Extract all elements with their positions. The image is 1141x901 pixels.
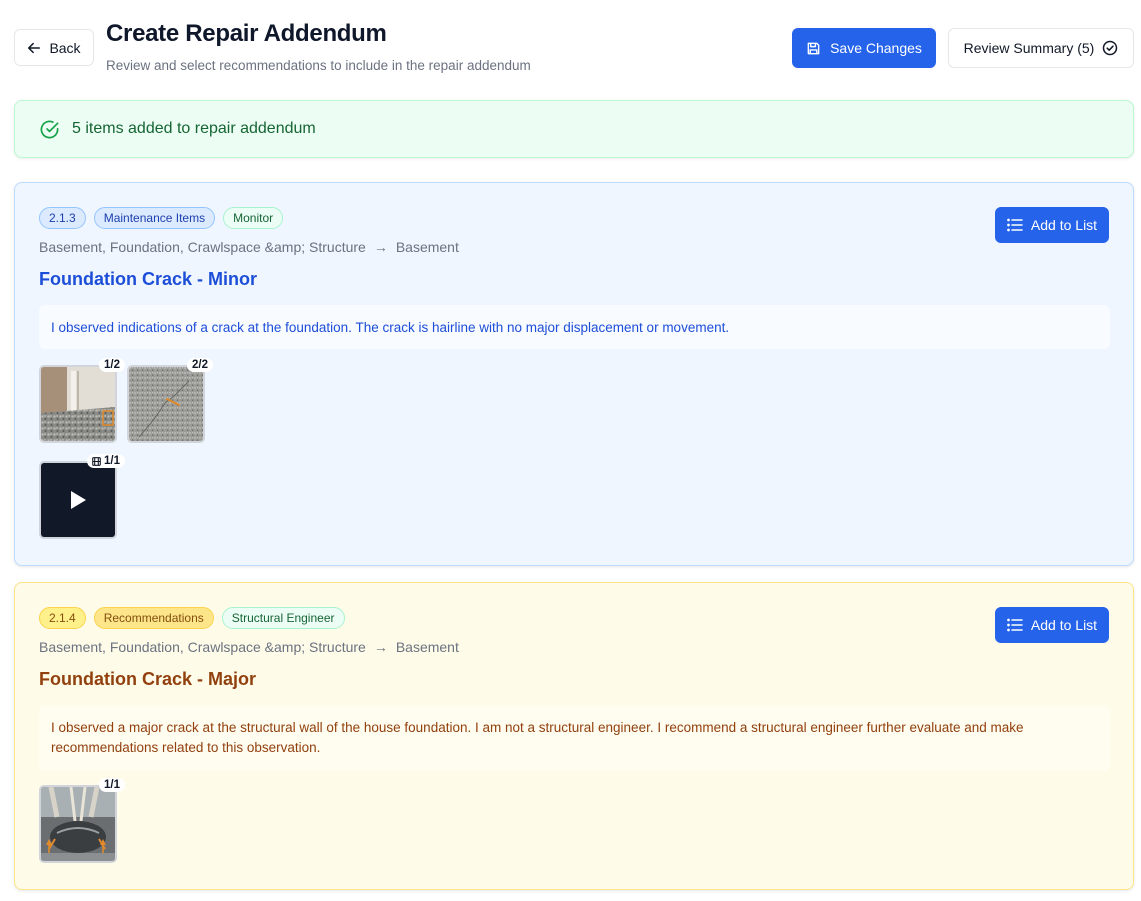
- video-counter: 1/1: [87, 454, 125, 468]
- video-counter-text: 1/1: [104, 455, 120, 467]
- page-subtitle: Review and select recommendations to inc…: [106, 58, 531, 73]
- back-button[interactable]: Back: [14, 29, 94, 66]
- item-description: I observed a major crack at the structur…: [39, 705, 1110, 771]
- photo-counter: 2/2: [187, 358, 213, 372]
- banner-text: 5 items added to repair addendum: [72, 120, 316, 137]
- save-changes-button[interactable]: Save Changes: [792, 28, 936, 68]
- page-title: Create Repair Addendum: [106, 20, 387, 47]
- list-icon: [1007, 218, 1023, 232]
- section-name: Basement, Foundation, Crawlspace &amp; S…: [39, 639, 366, 655]
- list-icon: [1007, 618, 1023, 632]
- add-to-list-button[interactable]: Add to List: [995, 607, 1109, 643]
- photo-thumbnail[interactable]: 2/2: [127, 358, 213, 443]
- breadcrumb: Basement, Foundation, Crawlspace &amp; S…: [39, 639, 459, 655]
- film-icon: [92, 456, 101, 466]
- item-description: I observed indications of a crack at the…: [39, 305, 1110, 349]
- location-name: Basement: [395, 639, 459, 655]
- arrow-right-icon: →: [373, 639, 388, 655]
- badge-row: 2.1.4 Recommendations Structural Enginee…: [39, 607, 345, 629]
- section-name: Basement, Foundation, Crawlspace &amp; S…: [39, 239, 366, 255]
- recommendation-card: 2.1.3 Maintenance Items Monitor Basement…: [14, 182, 1134, 566]
- check-circle-icon: [40, 120, 59, 138]
- add-to-list-label: Add to List: [1030, 217, 1098, 233]
- photo-thumbnail[interactable]: 1/2: [39, 358, 125, 443]
- back-button-label: Back: [49, 39, 81, 56]
- structural-crack-photo: [41, 787, 115, 861]
- photo-thumbnail[interactable]: 1/1: [39, 778, 125, 863]
- photo-counter: 1/1: [99, 778, 125, 792]
- crack-photo: [129, 367, 203, 441]
- category-badge: Recommendations: [93, 607, 214, 629]
- recommendation-card: 2.1.4 Recommendations Structural Enginee…: [14, 582, 1134, 890]
- review-summary-button[interactable]: Review Summary (5): [948, 28, 1134, 68]
- location-name: Basement: [395, 239, 459, 255]
- success-banner: 5 items added to repair addendum: [14, 100, 1134, 158]
- item-number-badge: 2.1.4: [39, 607, 86, 629]
- add-to-list-button[interactable]: Add to List: [995, 207, 1109, 243]
- action-tag-badge: Monitor: [223, 207, 284, 229]
- action-tag-badge: Structural Engineer: [221, 607, 345, 629]
- item-title: Foundation Crack - Major: [39, 669, 257, 689]
- foundation-photo: [41, 367, 115, 441]
- item-number-badge: 2.1.3: [39, 207, 86, 229]
- review-summary-label: Review Summary (5): [963, 40, 1095, 56]
- video-thumbnail[interactable]: 1/1: [39, 454, 125, 539]
- check-circle-icon: [1103, 40, 1118, 56]
- item-title: Foundation Crack - Minor: [39, 269, 257, 289]
- photo-counter: 1/2: [99, 358, 125, 372]
- breadcrumb: Basement, Foundation, Crawlspace &amp; S…: [39, 239, 459, 255]
- save-icon: [807, 42, 820, 54]
- arrow-right-icon: →: [373, 239, 388, 255]
- add-to-list-label: Add to List: [1030, 617, 1098, 633]
- arrow-left-icon: [28, 42, 41, 53]
- save-changes-label: Save Changes: [830, 40, 922, 56]
- category-badge: Maintenance Items: [93, 207, 216, 229]
- badge-row: 2.1.3 Maintenance Items Monitor: [39, 207, 284, 229]
- play-icon: [71, 491, 86, 509]
